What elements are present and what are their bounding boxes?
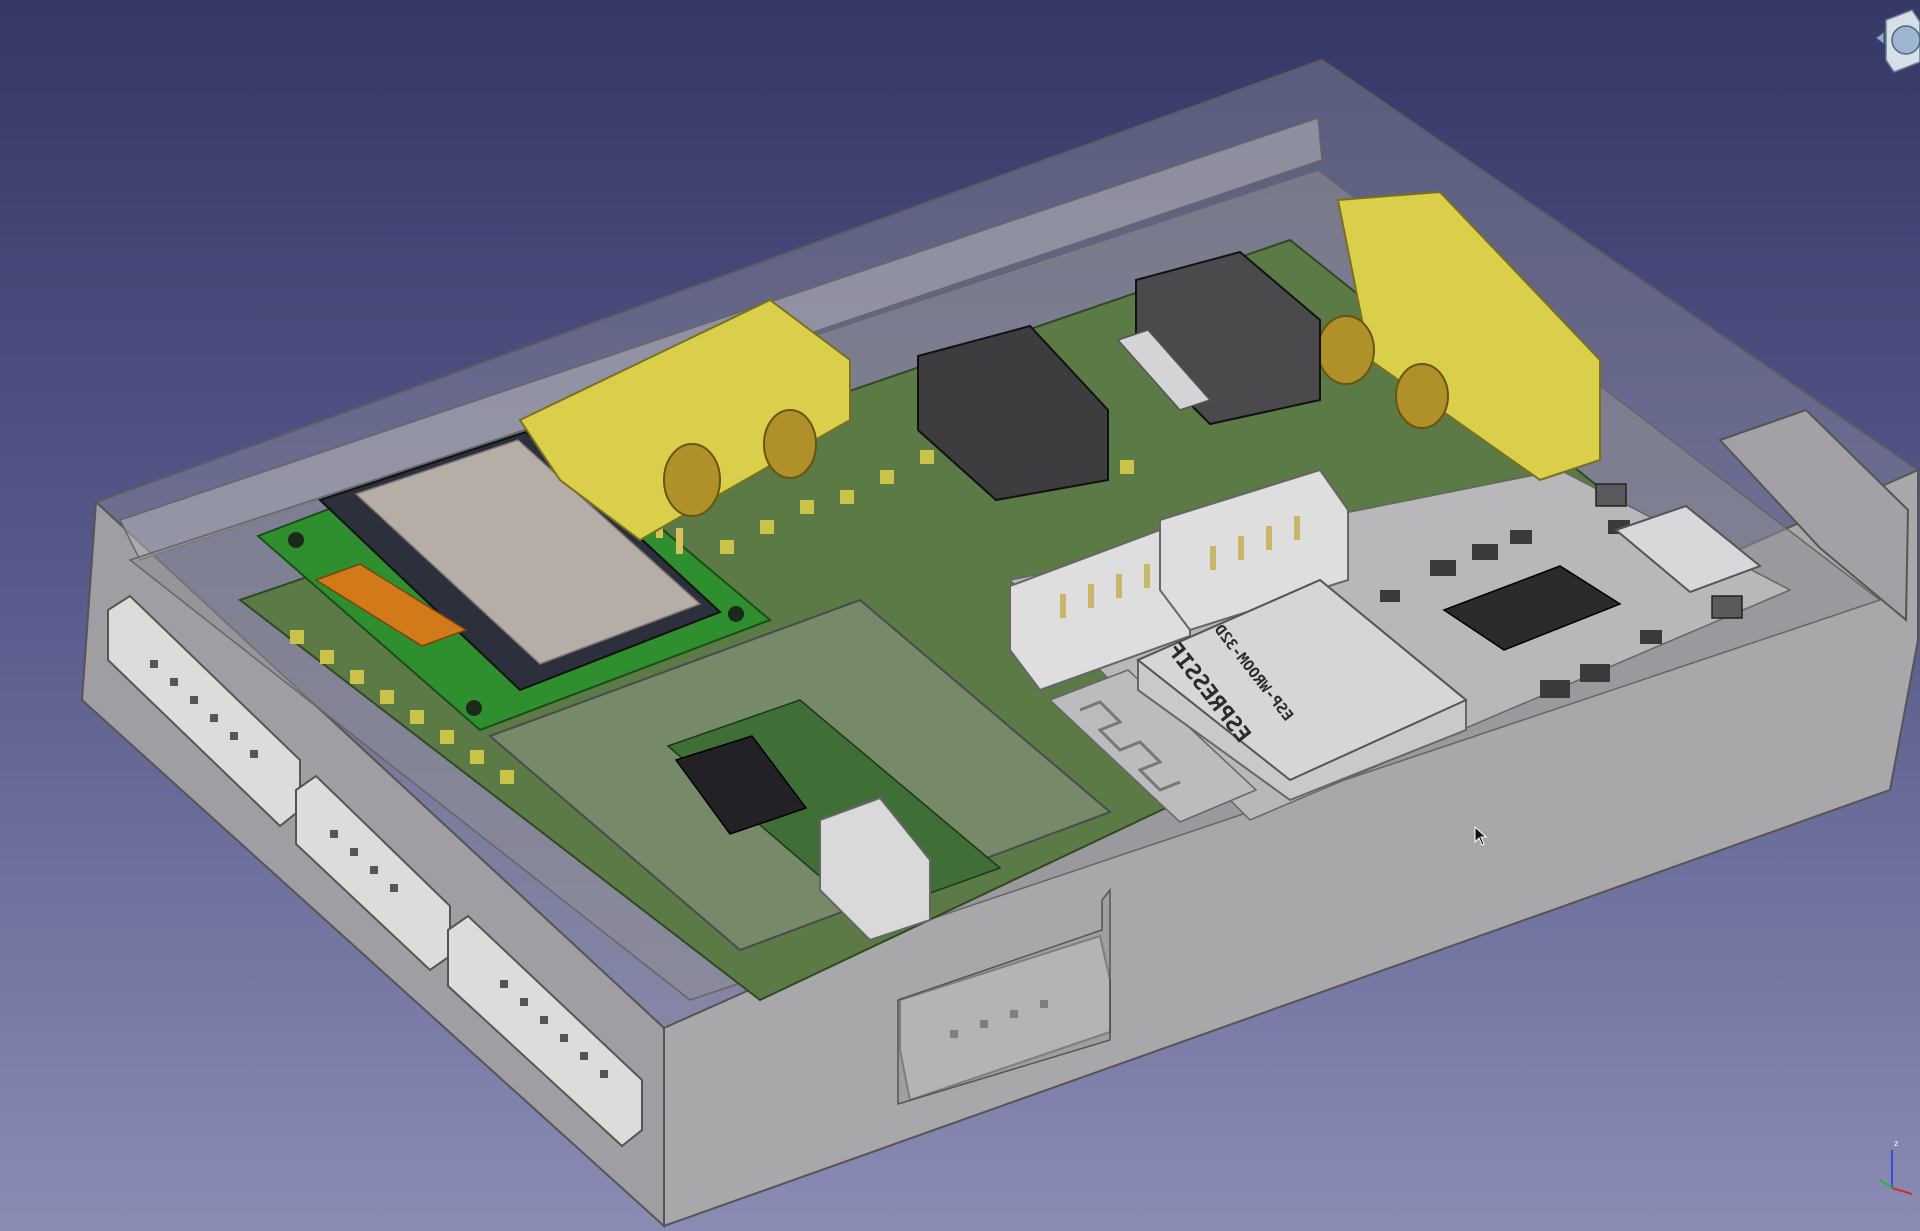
power-connector-right-pin (1395, 363, 1449, 429)
cad-scene[interactable]: ESPRESSIF ESP-WROOM-32D (0, 0, 1920, 1231)
3d-viewport[interactable]: ESPRESSIF ESP-WROOM-32D z (0, 0, 1920, 1231)
mouse-cursor-icon (1474, 826, 1488, 846)
display-mount-hole (288, 532, 304, 548)
power-connector-left-pin (763, 409, 817, 479)
axis-cross-icon: z (1879, 1139, 1913, 1195)
push-button[interactable] (1711, 595, 1743, 619)
power-connector-left-pin (663, 443, 721, 517)
navigation-cube-icon[interactable] (1872, 0, 1920, 80)
axis-z-label: z (1894, 1139, 1898, 1148)
display-mount-hole (728, 606, 744, 622)
push-button[interactable] (1595, 483, 1627, 507)
power-connector-right-pin (1317, 315, 1375, 385)
display-mount-hole (466, 700, 482, 716)
